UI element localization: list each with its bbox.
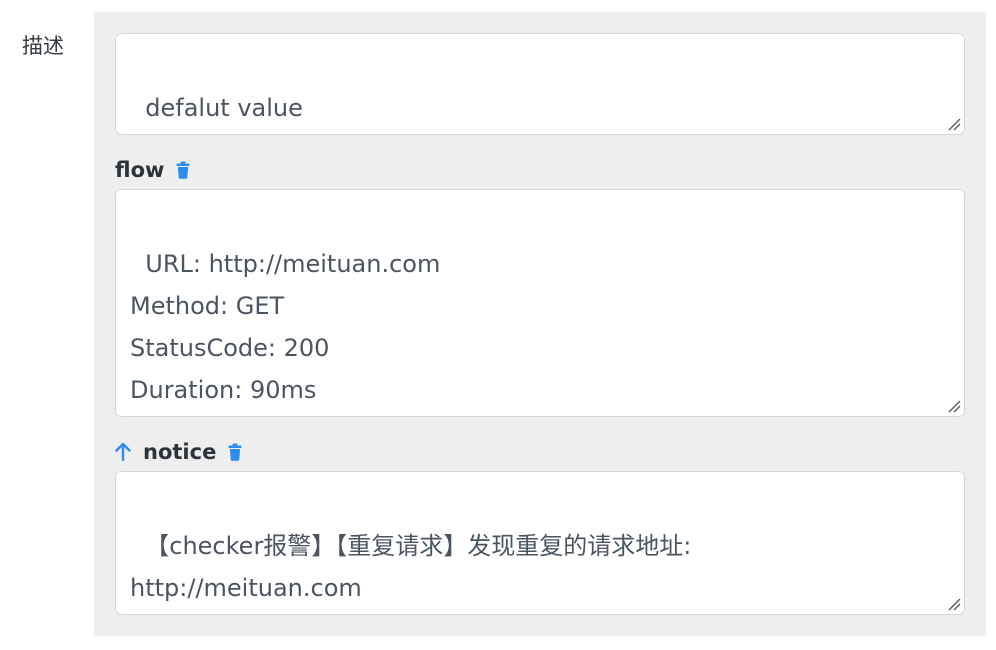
flow-textarea[interactable]: URL: http://meituan.com Method: GET Stat… (115, 189, 965, 417)
arrow-up-icon (115, 443, 131, 461)
resize-grip-icon[interactable] (947, 399, 961, 413)
description-label: 描述 (22, 34, 64, 58)
notice-header: notice (115, 440, 242, 464)
notice-delete-button[interactable] (228, 443, 242, 461)
resize-grip-icon[interactable] (947, 597, 961, 611)
flow-header: flow (115, 158, 190, 182)
trash-icon (228, 443, 242, 461)
description-textarea[interactable]: defalut value (115, 33, 965, 135)
flow-value: URL: http://meituan.com Method: GET Stat… (130, 250, 441, 404)
flow-delete-button[interactable] (176, 161, 190, 179)
notice-move-up-button[interactable] (115, 443, 131, 461)
trash-icon (176, 161, 190, 179)
description-value: defalut value (145, 94, 303, 122)
resize-grip-icon[interactable] (947, 117, 961, 131)
notice-textarea[interactable]: 【checker报警】【重复请求】发现重复的请求地址: http://meitu… (115, 471, 965, 615)
flow-title: flow (115, 158, 165, 182)
notice-value: 【checker报警】【重复请求】发现重复的请求地址: http://meitu… (130, 532, 692, 602)
notice-title: notice (143, 440, 217, 464)
